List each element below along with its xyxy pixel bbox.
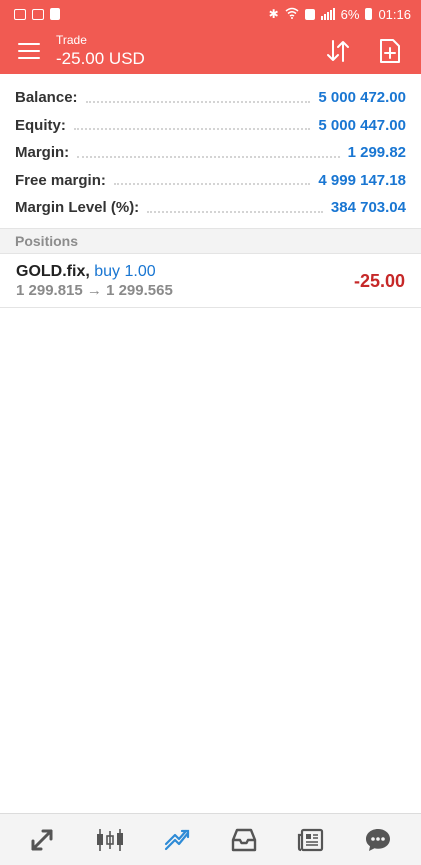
bottom-navigation: [0, 813, 421, 865]
file-icon: [50, 8, 60, 20]
summary-label: Margin:: [15, 144, 70, 162]
summary-value: 4 999 147.18: [318, 171, 406, 189]
dotted-leader: [113, 183, 311, 186]
sort-icon: [327, 40, 349, 62]
position-row[interactable]: GOLD.fix, buy 1.00 1 299.815 → 1 299.565…: [0, 255, 421, 308]
account-summary: Balance: 5 000 472.00 Equity: 5 000 447.…: [0, 84, 421, 222]
title-block: Trade -25.00 USD: [56, 33, 301, 69]
app-bar: ✱ 6% 01:16 Trade -25.00 USD: [0, 0, 421, 74]
news-icon: [297, 828, 323, 851]
trade-icon: [164, 829, 190, 850]
dotted-leader: [147, 210, 323, 213]
nav-trade[interactable]: [154, 820, 200, 860]
chart-icon: [97, 828, 124, 851]
position-side: buy 1.00: [94, 263, 156, 280]
signal-icon: [320, 8, 335, 20]
inbox-icon: [231, 828, 257, 851]
summary-row-margin: Margin: 1 299.82: [0, 139, 421, 167]
gallery-icon: [14, 8, 26, 20]
position-title: GOLD.fix, buy 1.00: [16, 262, 354, 282]
new-order-icon: [380, 39, 400, 63]
toolbar: Trade -25.00 USD: [0, 28, 421, 74]
nav-chat[interactable]: [355, 820, 401, 860]
wifi-icon: [285, 7, 299, 22]
position-details: GOLD.fix, buy 1.00 1 299.815 → 1 299.565: [16, 262, 354, 300]
summary-label: Margin Level (%):: [15, 199, 140, 217]
positions-section-header: Positions: [0, 228, 421, 254]
bluetooth-icon: ✱: [268, 7, 279, 21]
summary-value: 1 299.82: [347, 144, 406, 162]
status-right-icons: ✱ 6% 01:16: [269, 7, 411, 22]
new-order-button[interactable]: [375, 36, 405, 66]
page-title: Trade: [56, 33, 87, 47]
hamburger-menu-icon[interactable]: [18, 43, 40, 59]
nav-quotes[interactable]: [20, 820, 66, 860]
summary-value: 384 703.04: [330, 199, 406, 217]
clock: 01:16: [378, 6, 411, 22]
battery-icon: [365, 8, 373, 20]
summary-row-equity: Equity: 5 000 447.00: [0, 112, 421, 140]
position-profit: -25.00: [353, 270, 405, 291]
dotted-leader: [77, 155, 340, 158]
summary-label: Free margin:: [15, 171, 106, 189]
nav-history[interactable]: [221, 820, 267, 860]
dotted-leader: [73, 128, 311, 131]
position-symbol: GOLD.fix,: [16, 263, 90, 280]
summary-row-margin-level: Margin Level (%): 384 703.04: [0, 194, 421, 222]
battery-percent: 6%: [340, 6, 360, 22]
chat-icon: [365, 828, 390, 851]
nav-news[interactable]: [288, 820, 334, 860]
card-icon: [32, 8, 44, 20]
summary-value: 5 000 447.00: [318, 116, 406, 134]
summary-label: Balance:: [15, 89, 78, 107]
quotes-icon: [31, 829, 53, 850]
status-bar: ✱ 6% 01:16: [0, 0, 421, 28]
status-left-icons: [14, 8, 60, 20]
sim-icon: [304, 8, 315, 20]
position-prices: 1 299.815 → 1 299.565: [16, 282, 173, 299]
nav-chart[interactable]: [87, 820, 133, 860]
summary-row-free-margin: Free margin: 4 999 147.18: [0, 167, 421, 195]
dotted-leader: [85, 100, 311, 103]
page-subtitle: -25.00 USD: [56, 49, 145, 68]
summary-row-balance: Balance: 5 000 472.00: [0, 84, 421, 112]
sort-button[interactable]: [323, 36, 353, 66]
summary-label: Equity:: [15, 116, 66, 134]
summary-value: 5 000 472.00: [318, 89, 406, 107]
